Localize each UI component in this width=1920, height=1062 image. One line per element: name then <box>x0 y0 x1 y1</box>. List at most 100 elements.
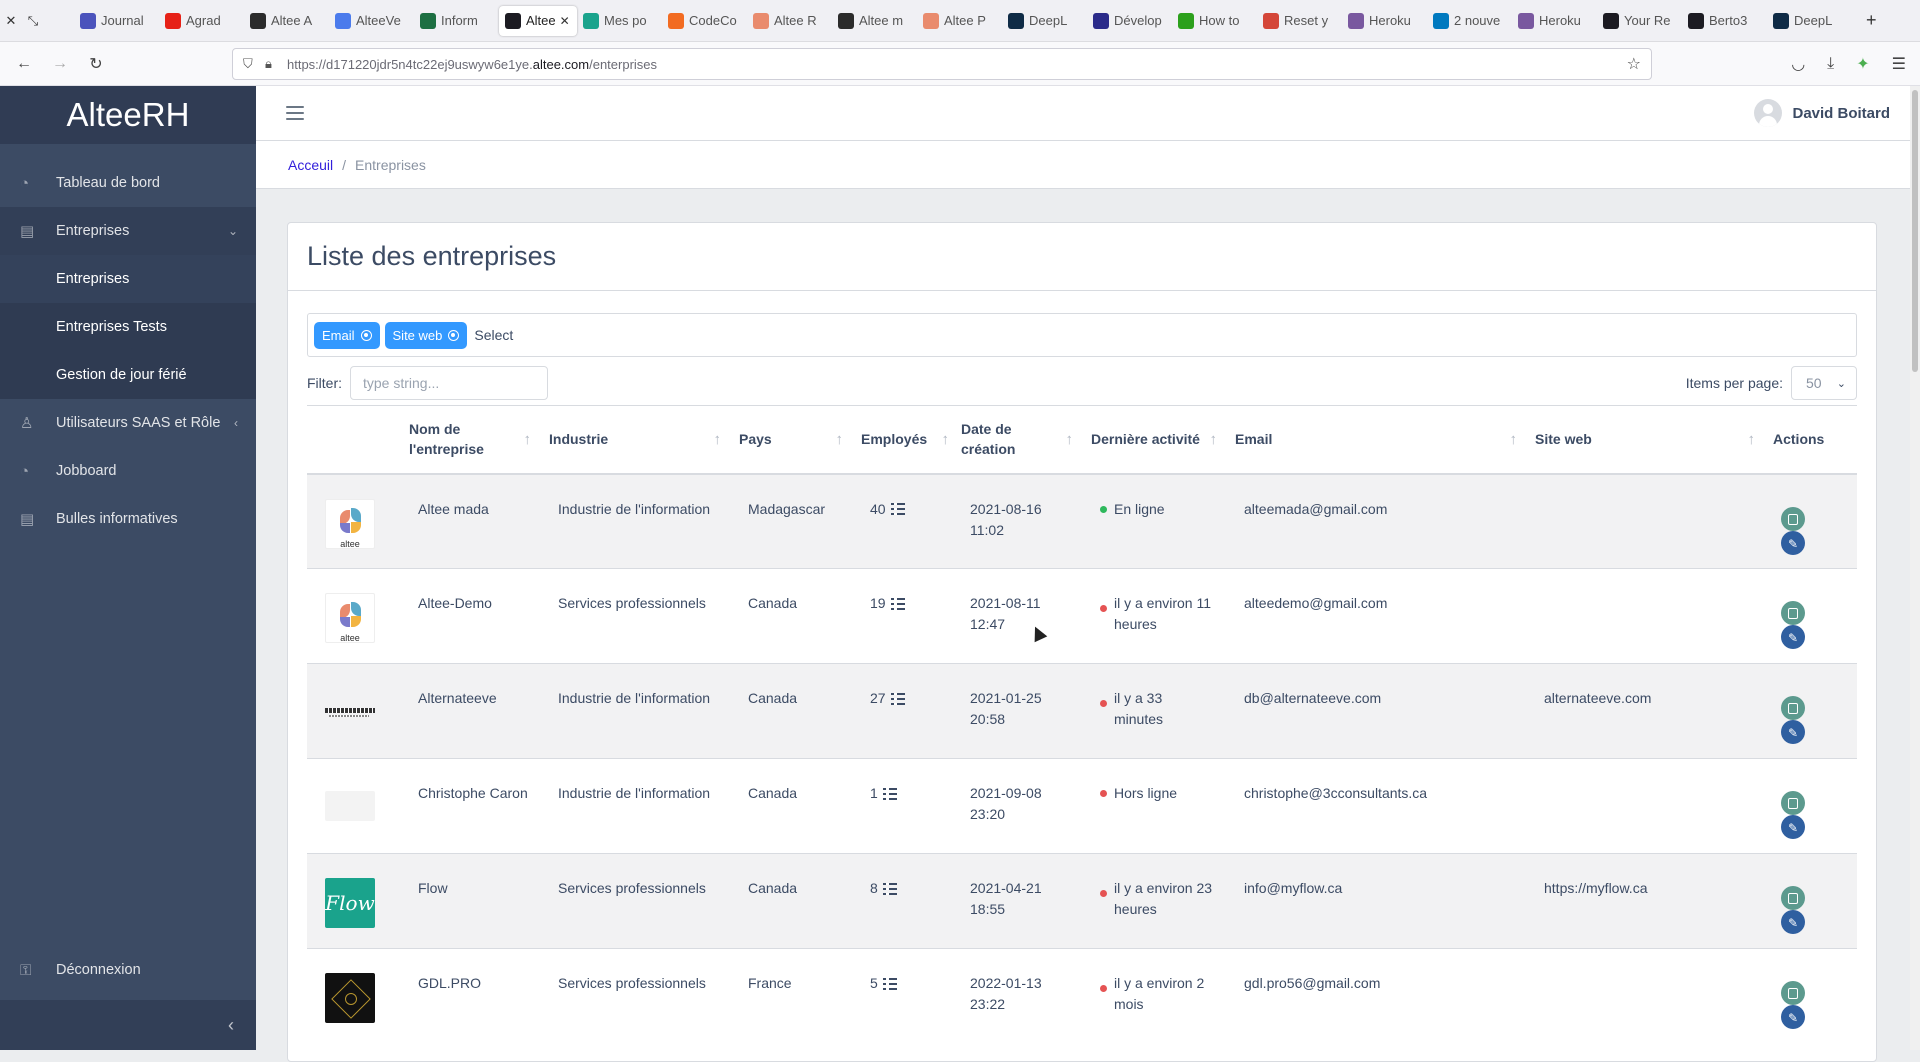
browser-tab[interactable]: Reset y <box>1257 6 1342 36</box>
menu-icon[interactable]: ☰ <box>1892 54 1906 74</box>
employee-list-icon[interactable] <box>882 787 897 800</box>
column-header-website[interactable]: Site web ↑ <box>1525 405 1763 475</box>
browser-tab[interactable]: Heroku <box>1512 6 1597 36</box>
column-header-employees[interactable]: Employés ↑ <box>851 405 951 475</box>
brand-logo[interactable]: AlteeRH <box>0 86 256 144</box>
table-row[interactable]: GDL.PRO Services professionnels France 5 202… <box>307 948 1857 1044</box>
browser-tab[interactable]: AlteeVe <box>329 6 414 36</box>
back-icon[interactable]: ← <box>6 55 42 73</box>
remove-chip-icon[interactable] <box>360 329 372 341</box>
sort-arrow-icon[interactable]: ↑ <box>836 430 844 450</box>
sidebar-collapse-button[interactable]: ‹ <box>0 1000 256 1050</box>
sort-arrow-icon[interactable]: ↑ <box>1748 430 1756 450</box>
browser-tab[interactable]: How to <box>1172 6 1257 36</box>
hamburger-menu-icon[interactable] <box>286 106 304 120</box>
items-per-page-select[interactable]: 50 ⌄ <box>1791 366 1857 400</box>
close-window-icon[interactable]: ✕ <box>0 13 22 29</box>
bookmark-star-icon[interactable]: ☆ <box>1627 54 1641 74</box>
browser-tab[interactable]: Altee A <box>244 6 329 36</box>
speedometer-icon: ◔ <box>20 462 30 480</box>
sidebar-subitem-enterprises[interactable]: Entreprises <box>0 255 256 303</box>
sort-arrow-icon[interactable]: ↑ <box>714 430 722 450</box>
sidebar-item-enterprises[interactable]: ▤ Entreprises ⌄ <box>0 207 256 255</box>
sidebar-item-bubbles[interactable]: ▤ Bulles informatives <box>0 495 256 543</box>
column-header-country[interactable]: Pays ↑ <box>729 405 851 475</box>
employee-list-icon[interactable] <box>890 597 905 610</box>
browser-tab[interactable]: Agrad <box>159 6 244 36</box>
edit-button[interactable] <box>1781 910 1805 934</box>
view-button[interactable] <box>1781 886 1805 910</box>
sidebar-subitem-holidays[interactable]: Gestion de jour férié <box>0 351 256 399</box>
chip-email[interactable]: Email <box>314 321 380 349</box>
user-menu[interactable]: David Boitard <box>1754 99 1890 127</box>
employee-list-icon[interactable] <box>890 692 905 705</box>
column-header-created[interactable]: Date de création ↑ <box>951 405 1081 475</box>
breadcrumb-home-link[interactable]: Acceuil <box>288 157 333 173</box>
pocket-icon[interactable]: ◡ <box>1791 54 1805 74</box>
view-button[interactable] <box>1781 981 1805 1005</box>
sort-arrow-icon[interactable]: ↑ <box>1066 430 1074 450</box>
table-row[interactable]: Flow Flow Services professionnels Canada 8 20… <box>307 853 1857 949</box>
scrollbar-thumb[interactable] <box>1912 90 1918 372</box>
edit-button[interactable] <box>1781 530 1805 555</box>
shield-icon[interactable]: ⛉ <box>243 56 265 72</box>
close-tab-icon[interactable]: ✕ <box>560 14 570 28</box>
browser-tab[interactable]: Your Re <box>1597 6 1682 36</box>
edit-button[interactable] <box>1781 1005 1805 1029</box>
browser-tab[interactable]: CodeCo <box>662 6 747 36</box>
browser-tab[interactable]: Journal <box>74 6 159 36</box>
employee-list-icon[interactable] <box>882 882 897 895</box>
sort-arrow-icon[interactable]: ↑ <box>1210 430 1218 450</box>
sidebar-item-dashboard[interactable]: ◔ Tableau de bord <box>0 159 256 207</box>
sort-arrow-icon[interactable]: ↑ <box>524 430 532 450</box>
url-bar[interactable]: ⛉ 🔒︎ https://d171220jdr5n4tc22ej9uswyw6e… <box>232 48 1652 80</box>
page-scrollbar[interactable] <box>1910 86 1920 1050</box>
table-row[interactable]: Christophe Caron Industrie de l'informati… <box>307 758 1857 854</box>
reload-icon[interactable]: ↻ <box>78 54 114 74</box>
view-button[interactable] <box>1781 791 1805 815</box>
edit-button[interactable] <box>1781 625 1805 649</box>
edit-button[interactable] <box>1781 720 1805 744</box>
browser-tab[interactable]: Altee P <box>917 6 1002 36</box>
browser-tab[interactable]: DeepL <box>1767 6 1852 36</box>
chip-website[interactable]: Site web <box>384 321 468 349</box>
browser-tab[interactable]: Altee ✕ <box>499 5 577 36</box>
edit-button[interactable] <box>1781 815 1805 839</box>
sidebar-subitem-enterprises-tests[interactable]: Entreprises Tests <box>0 303 256 351</box>
browser-tab[interactable]: Dévelop <box>1087 6 1172 36</box>
employee-list-icon[interactable] <box>882 977 897 990</box>
browser-tab[interactable]: Mes po <box>577 6 662 36</box>
new-tab-button[interactable]: + <box>1866 10 1877 31</box>
column-header-name[interactable]: Nom de l'entreprise ↑ <box>399 405 539 475</box>
filter-input[interactable] <box>350 366 548 400</box>
view-button[interactable] <box>1781 601 1805 625</box>
restore-window-icon[interactable]: ⤡ <box>22 13 44 29</box>
browser-tab[interactable]: Altee R <box>747 6 832 36</box>
extension-icon[interactable]: ✦ <box>1856 54 1869 74</box>
sort-arrow-icon[interactable]: ↑ <box>942 430 950 450</box>
column-header-email[interactable]: Email ↑ <box>1225 405 1525 475</box>
sort-arrow-icon[interactable]: ↑ <box>1510 430 1518 450</box>
browser-tab[interactable]: DeepL <box>1002 6 1087 36</box>
columns-multiselect[interactable]: Email Site web Select <box>307 313 1857 357</box>
sidebar-item-logout[interactable]: ⚿ Déconnexion <box>0 946 256 994</box>
browser-tab[interactable]: Inform <box>414 6 499 36</box>
column-header-industry[interactable]: Industrie ↑ <box>539 405 729 475</box>
sidebar-item-jobboard[interactable]: ◔ Jobboard <box>0 447 256 495</box>
forward-icon[interactable]: → <box>42 55 78 73</box>
browser-tab[interactable]: Altee m <box>832 6 917 36</box>
view-button[interactable] <box>1781 506 1805 531</box>
lock-icon[interactable]: 🔒︎ <box>265 56 287 72</box>
view-button[interactable] <box>1781 696 1805 720</box>
downloads-icon[interactable]: ⤓ <box>1827 55 1834 73</box>
table-row[interactable]: altee Altee-Demo Services professionnels Ca… <box>307 568 1857 664</box>
sidebar-item-users[interactable]: ♙ Utilisateurs SAAS et Rôle ‹ <box>0 399 256 447</box>
employee-list-icon[interactable] <box>890 503 905 515</box>
remove-chip-icon[interactable] <box>448 329 460 341</box>
browser-tab[interactable]: 2 nouve <box>1427 6 1512 36</box>
table-row[interactable]: altee Altee mada Industrie de l'informatio… <box>307 473 1857 569</box>
table-row[interactable]: Alternateeve Industrie de l'information Ca… <box>307 663 1857 759</box>
column-header-activity[interactable]: Dernière activité ↑ <box>1081 405 1225 475</box>
browser-tab[interactable]: Heroku <box>1342 6 1427 36</box>
browser-tab[interactable]: Berto3 <box>1682 6 1767 36</box>
